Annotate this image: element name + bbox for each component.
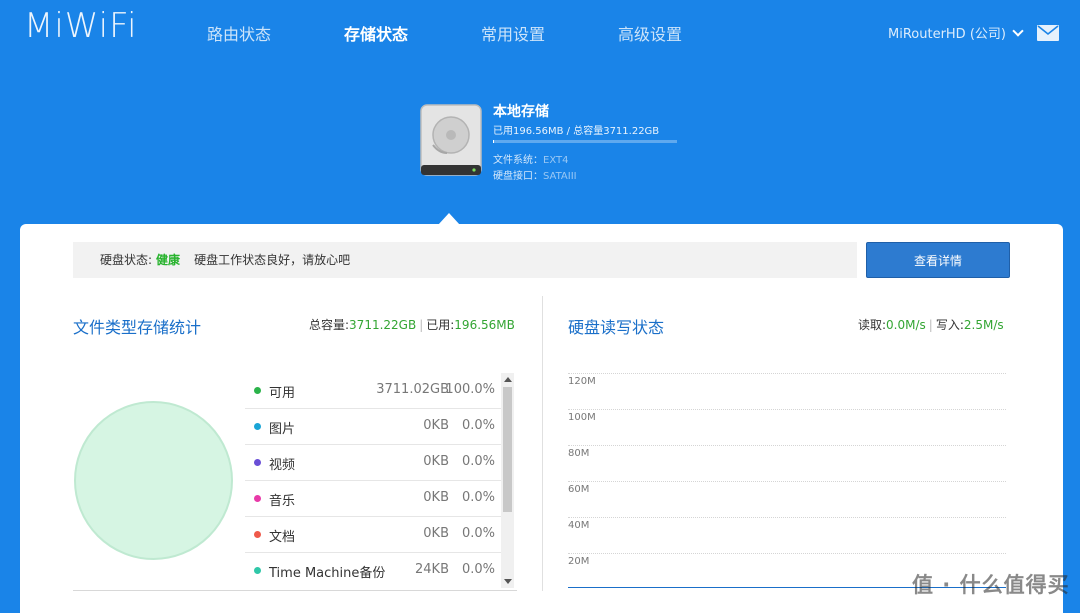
rw-status-title: 硬盘读写状态 (568, 318, 665, 337)
filesystem-value: EXT4 (543, 155, 569, 166)
legend-dot (254, 459, 261, 466)
rw-speed-chart: 120M 100M 80M 60M 40M 20M (568, 370, 1010, 600)
top-navigation: MiWiFi 路由状态 存储状态 常用设置 高级设置 MiRouterHD (公… (0, 0, 1080, 64)
router-selector[interactable]: MiRouterHD (公司) (888, 23, 1024, 42)
legend-dot (254, 423, 261, 430)
file-type-percent: 0.0% (461, 562, 495, 577)
filesystem-label: 文件系统： (493, 155, 543, 166)
nav-advanced-settings[interactable]: 高级设置 (618, 21, 682, 45)
file-type-name: Time Machine备份 (269, 566, 386, 581)
list-item: 图片 0KB 0.0% (245, 409, 501, 445)
file-type-size: 0KB (423, 526, 449, 541)
disk-usage-text: 已用196.56MB / 总容量3711.22GB (493, 126, 660, 137)
file-type-percent: 0.0% (461, 418, 495, 433)
divider (73, 590, 517, 591)
y-tick-label: 100M (568, 412, 596, 423)
router-name-label: MiRouterHD (公司) (888, 27, 1006, 42)
write-speed: 2.5M/s (963, 318, 1004, 332)
y-tick-label: 20M (568, 556, 590, 567)
nav-router-status[interactable]: 路由状态 (207, 21, 271, 45)
nav-common-settings[interactable]: 常用设置 (481, 21, 545, 45)
scrollbar-thumb[interactable] (503, 387, 512, 512)
file-type-percent: 100.0% (445, 382, 495, 397)
legend-dot (254, 495, 261, 502)
disk-status-label: 硬盘状态: (100, 253, 153, 267)
disk-filesystem: 文件系统：EXT4 (493, 151, 568, 166)
file-type-size: 24KB (415, 562, 449, 577)
mail-icon[interactable] (1037, 25, 1059, 41)
separator: | (419, 318, 424, 332)
file-type-percent: 0.0% (461, 526, 495, 541)
total-capacity-label: 总容量: (309, 318, 350, 332)
list-item: 音乐 0KB 0.0% (245, 481, 501, 517)
file-type-name: 图片 (269, 422, 296, 437)
file-type-size: 0KB (423, 454, 449, 469)
disk-interface: 硬盘接口：SATAIII (493, 167, 577, 182)
list-item: 可用 3711.02GB 100.0% (245, 373, 501, 409)
list-scrollbar[interactable] (501, 373, 514, 588)
y-tick-label: 120M (568, 376, 596, 387)
file-type-percent: 0.0% (461, 490, 495, 505)
gridline (568, 481, 1006, 482)
section-divider (542, 296, 543, 591)
list-item: 文档 0KB 0.0% (245, 517, 501, 553)
total-capacity-value: 3711.22GB (349, 318, 417, 332)
gridline (568, 553, 1006, 554)
scroll-up-arrow-icon[interactable] (504, 377, 512, 382)
file-type-name: 视频 (269, 458, 296, 473)
list-item: 视频 0KB 0.0% (245, 445, 501, 481)
file-type-name: 文档 (269, 530, 296, 545)
disk-status-message: 硬盘工作状态良好，请放心吧 (194, 253, 351, 267)
file-type-size: 0KB (423, 490, 449, 505)
file-stats-title: 文件类型存储统计 (73, 318, 202, 337)
file-type-name: 音乐 (269, 494, 296, 509)
disk-status-bar: 硬盘状态: 健康 硬盘工作状态良好，请放心吧 (73, 242, 857, 278)
file-type-size: 3711.02GB (376, 382, 449, 397)
file-type-percent: 0.0% (461, 454, 495, 469)
disk-title: 本地存储 (493, 104, 549, 120)
disk-usage-bar-fill (493, 140, 494, 143)
gridline (568, 517, 1006, 518)
used-value: 196.56MB (454, 318, 515, 332)
storage-pie-chart (74, 401, 233, 560)
legend-dot (254, 531, 261, 538)
chevron-down-icon (1012, 25, 1024, 37)
y-tick-label: 40M (568, 520, 590, 531)
separator: | (928, 318, 933, 332)
gridline (568, 373, 1006, 374)
disk-status-value: 健康 (156, 253, 181, 267)
file-type-name: 可用 (269, 386, 296, 401)
hard-drive-icon (420, 104, 482, 176)
watermark: 值 · 什么值得买 (912, 573, 1070, 597)
write-label: 写入: (935, 318, 964, 332)
file-type-size: 0KB (423, 418, 449, 433)
file-type-list[interactable]: 可用 3711.02GB 100.0% 图片 0KB 0.0% 视频 0KB 0… (245, 373, 501, 588)
legend-dot (254, 387, 261, 394)
gridline (568, 409, 1006, 410)
list-item: Time Machine备份 24KB 0.0% (245, 553, 501, 588)
legend-dot (254, 567, 261, 574)
file-stats-summary: 总容量:3711.22GB | 已用:196.56MB (309, 316, 515, 333)
scroll-down-arrow-icon[interactable] (504, 579, 512, 584)
y-tick-label: 80M (568, 448, 590, 459)
view-details-button[interactable]: 查看详情 (866, 242, 1010, 278)
gridline (568, 445, 1006, 446)
rw-speed-summary: 读取:0.0M/s | 写入:2.5M/s (858, 316, 1004, 333)
read-label: 读取: (858, 318, 887, 332)
interface-label: 硬盘接口： (493, 171, 543, 182)
interface-value: SATAIII (543, 171, 577, 182)
used-label: 已用: (426, 318, 455, 332)
miwifi-logo[interactable]: MiWiFi (24, 6, 138, 46)
y-tick-label: 60M (568, 484, 590, 495)
nav-storage-status[interactable]: 存储状态 (344, 21, 408, 45)
disk-usage-bar (493, 140, 677, 143)
read-speed: 0.0M/s (886, 318, 926, 332)
